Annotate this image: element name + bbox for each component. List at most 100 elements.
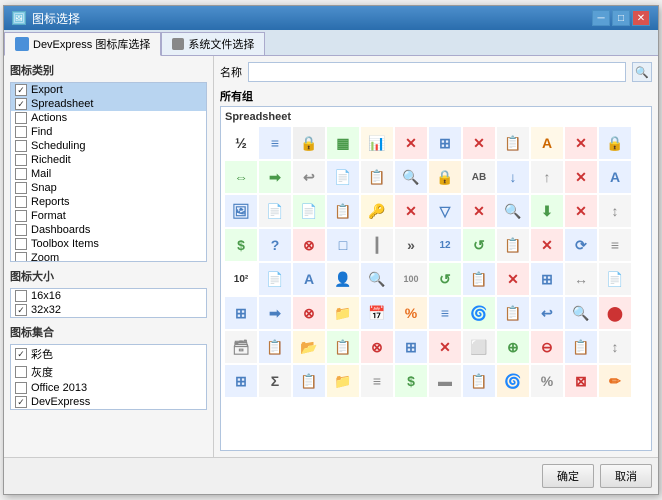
icon-cell-78[interactable]: ✕ [429,331,461,363]
icon-cell-88[interactable]: ≡ [361,365,393,397]
collection-item-color[interactable]: 彩色 [11,345,206,363]
icon-cell-40[interactable]: ┃ [361,229,393,261]
size-checkbox-32[interactable] [15,304,27,316]
icon-cell-34[interactable]: ✕ [565,195,597,227]
icon-cell-89[interactable]: $ [395,365,427,397]
icon-cell-49[interactable]: 📄 [259,263,291,295]
icon-cell-31[interactable]: ✕ [463,195,495,227]
icon-cell-85[interactable]: Σ [259,365,291,397]
icon-cell-59[interactable]: 📄 [599,263,631,295]
category-checkbox-actions[interactable] [15,112,27,124]
icon-cell-92[interactable]: 🌀 [497,365,529,397]
icon-cell-43[interactable]: ↺ [463,229,495,261]
icon-cell-58[interactable]: ↔ [565,263,597,295]
icon-cell-24[interactable]: 🖼 [225,195,257,227]
size-item-16[interactable]: 16x16 [11,289,206,303]
icon-cell-45[interactable]: ✕ [531,229,563,261]
icon-cell-79[interactable]: ⬜ [463,331,495,363]
icon-cell-1[interactable]: ≡ [259,127,291,159]
category-checkbox-spreadsheet[interactable] [15,98,27,110]
icon-cell-62[interactable]: ⊗ [293,297,325,329]
icon-cell-18[interactable]: 🔒 [429,161,461,193]
icon-cell-82[interactable]: 📋 [565,331,597,363]
icon-cell-35[interactable]: ↕ [599,195,631,227]
icon-cell-80[interactable]: ⊕ [497,331,529,363]
icon-cell-13[interactable]: ➡ [259,161,291,193]
icon-cell-68[interactable]: 📋 [497,297,529,329]
icon-cell-29[interactable]: ✕ [395,195,427,227]
icon-cell-71[interactable]: ⬤ [599,297,631,329]
icon-cell-76[interactable]: ⊗ [361,331,393,363]
icon-cell-19[interactable]: AB [463,161,495,193]
size-item-32[interactable]: 32x32 [11,303,206,317]
category-checkbox-scheduling[interactable] [15,140,27,152]
category-list[interactable]: Export Spreadsheet Actions Find [10,82,207,262]
icon-cell-91[interactable]: 📋 [463,365,495,397]
icon-cell-90[interactable]: ▬ [429,365,461,397]
icon-cell-23[interactable]: A [599,161,631,193]
minimize-button[interactable]: ─ [592,10,610,26]
category-item-snap[interactable]: Snap [11,181,206,195]
maximize-button[interactable]: □ [612,10,630,26]
category-checkbox-export[interactable] [15,84,27,96]
icon-cell-83[interactable]: ↕ [599,331,631,363]
icon-cell-16[interactable]: 📋 [361,161,393,193]
cancel-button[interactable]: 取消 [600,464,652,488]
size-checkbox-16[interactable] [15,290,27,302]
collection-checkbox-office2013[interactable] [15,382,27,394]
icon-cell-81[interactable]: ⊖ [531,331,563,363]
icon-cell-54[interactable]: ↺ [429,263,461,295]
collection-checkbox-devexpress[interactable] [15,396,27,408]
icon-cell-25[interactable]: 📄 [259,195,291,227]
category-checkbox-format[interactable] [15,210,27,222]
icon-cell-10[interactable]: ✕ [565,127,597,159]
icon-cell-37[interactable]: ? [259,229,291,261]
icon-cell-17[interactable]: 🔍 [395,161,427,193]
category-item-dashboards[interactable]: Dashboards [11,223,206,237]
icon-cell-70[interactable]: 🔍 [565,297,597,329]
icon-cell-93[interactable]: % [531,365,563,397]
category-item-find[interactable]: Find [11,125,206,139]
category-item-reports[interactable]: Reports [11,195,206,209]
collection-item-office2013[interactable]: Office 2013 [11,381,206,395]
collection-checkbox-color[interactable] [15,348,27,360]
category-checkbox-find[interactable] [15,126,27,138]
category-item-zoom[interactable]: Zoom [11,251,206,262]
icon-cell-66[interactable]: ≡ [429,297,461,329]
icon-cell-3[interactable]: ▦ [327,127,359,159]
category-checkbox-reports[interactable] [15,196,27,208]
icon-cell-5[interactable]: ✕ [395,127,427,159]
icon-cell-21[interactable]: ↑ [531,161,563,193]
search-button[interactable]: 🔍 [632,62,652,82]
icon-cell-87[interactable]: 📁 [327,365,359,397]
icon-cell-26[interactable]: 📄 [293,195,325,227]
icon-cell-44[interactable]: 📋 [497,229,529,261]
icon-cell-86[interactable]: 📋 [293,365,325,397]
icon-cell-65[interactable]: % [395,297,427,329]
icon-cell-30[interactable]: ▽ [429,195,461,227]
icon-cell-72[interactable]: 🗃 [225,331,257,363]
icon-cell-77[interactable]: ⊞ [395,331,427,363]
icon-cell-75[interactable]: 📋 [327,331,359,363]
icon-cell-95[interactable]: ✏ [599,365,631,397]
icon-cell-28[interactable]: 🔑 [361,195,393,227]
icon-cell-0[interactable]: ½ [225,127,257,159]
icon-cell-11[interactable]: 🔒 [599,127,631,159]
icon-cell-56[interactable]: ✕ [497,263,529,295]
search-input[interactable] [248,62,626,82]
icon-cell-4[interactable]: 📊 [361,127,393,159]
icon-cell-42[interactable]: 12 [429,229,461,261]
icon-cell-55[interactable]: 📋 [463,263,495,295]
category-checkbox-toolbox[interactable] [15,238,27,250]
icon-cell-33[interactable]: ⬇ [531,195,563,227]
icon-cell-6[interactable]: ⊞ [429,127,461,159]
icon-cell-57[interactable]: ⊞ [531,263,563,295]
collection-item-devexpress[interactable]: DevExpress [11,395,206,409]
category-item-actions[interactable]: Actions [11,111,206,125]
category-item-spreadsheet[interactable]: Spreadsheet [11,97,206,111]
tab-devexpress[interactable]: DevExpress 图标库选择 [4,32,161,56]
icon-cell-84[interactable]: ⊞ [225,365,257,397]
category-checkbox-mail[interactable] [15,168,27,180]
icon-cell-63[interactable]: 📁 [327,297,359,329]
icon-cell-8[interactable]: 📋 [497,127,529,159]
